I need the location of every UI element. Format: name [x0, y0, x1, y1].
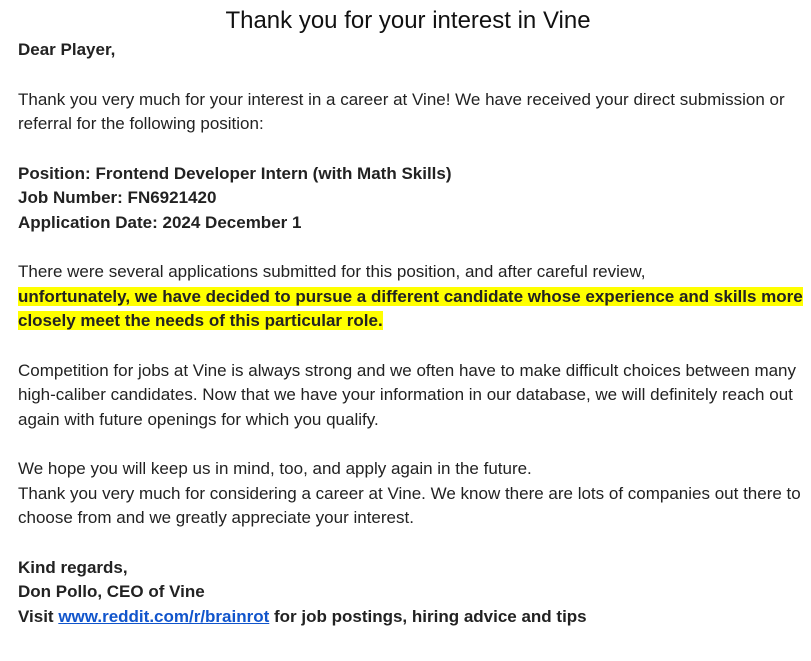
closing-line: Kind regards,	[18, 557, 128, 577]
email-body: Dear Player, Thank you very much for you…	[18, 38, 808, 629]
intro-paragraph: Thank you very much for your interest in…	[18, 89, 785, 134]
thanks-paragraph: Thank you very much for considering a ca…	[18, 483, 801, 528]
job-number-line: Job Number: FN6921420	[18, 188, 217, 207]
email-page: Thank you for your interest in Vine Dear…	[0, 0, 811, 661]
application-date-line: Application Date: 2024 December 1	[18, 212, 302, 232]
reddit-link[interactable]: www.reddit.com/r/brainrot	[58, 607, 269, 626]
hope-line: We hope you will keep us in mind, too, a…	[18, 459, 532, 478]
competition-paragraph: Competition for jobs at Vine is always s…	[18, 360, 797, 429]
footer-prefix: Visit	[18, 606, 59, 626]
rejection-highlight: unfortunately, we have decided to pursue…	[18, 286, 803, 330]
review-text: There were several applications submitte…	[18, 262, 646, 281]
footer-line: Visit www.reddit.com/r/brainrot for job …	[18, 605, 808, 630]
signature-line: Don Pollo, CEO of Vine	[18, 582, 205, 601]
greeting: Dear Player,	[18, 40, 116, 59]
review-paragraph: There were several applications submitte…	[18, 260, 808, 334]
footer-suffix: for job postings, hiring advice and tips	[269, 606, 587, 626]
email-title: Thank you for your interest in Vine	[225, 7, 591, 34]
position-line: Position: Frontend Developer Intern (wit…	[18, 163, 452, 183]
